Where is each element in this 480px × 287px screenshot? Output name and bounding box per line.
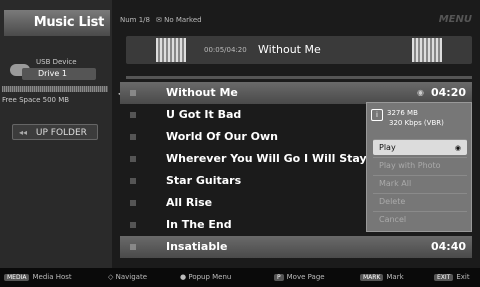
hint-label: Navigate bbox=[115, 273, 148, 281]
track-title: Insatiable bbox=[166, 240, 228, 253]
album-art-right bbox=[412, 38, 442, 62]
menu-cancel[interactable]: Cancel bbox=[373, 211, 467, 227]
playback-time: 00:05/04:20 bbox=[204, 46, 247, 54]
marked-status: ✉ No Marked bbox=[156, 16, 202, 24]
menu-play[interactable]: Play ◉ bbox=[373, 139, 467, 155]
track-bullet-icon bbox=[130, 222, 136, 228]
hint-label: Move Page bbox=[286, 273, 325, 281]
popup-menu: i 3276 MB 320 Kbps (VBR) Play ◉ Play wit… bbox=[366, 102, 472, 232]
track-title: Wherever You Will Go I Will Stay With bbox=[166, 152, 400, 165]
sidebar: Music List USB Device Drive 1 Free Space… bbox=[0, 0, 112, 268]
track-bullet-icon bbox=[130, 112, 136, 118]
hint-navigate: ◇ Navigate bbox=[108, 273, 147, 281]
track-bullet-icon bbox=[130, 178, 136, 184]
track-bullet-icon bbox=[130, 200, 136, 206]
track-title: Without Me bbox=[166, 86, 238, 99]
now-playing-panel: 00:05/04:20 Without Me bbox=[126, 36, 472, 64]
menu-mark-all[interactable]: Mark All bbox=[373, 175, 467, 191]
hint-popup-menu: ● Popup Menu bbox=[180, 273, 231, 281]
track-bullet-icon bbox=[130, 156, 136, 162]
free-space-text: Free Space 500 MB bbox=[2, 96, 70, 104]
app-title: Music List bbox=[4, 10, 110, 36]
device-label: USB Device bbox=[36, 58, 77, 66]
menu-play-with-photo[interactable]: Play with Photo bbox=[373, 157, 467, 173]
marked-text: No Marked bbox=[164, 16, 202, 24]
hint-label: Mark bbox=[386, 273, 404, 281]
folder-up-icon: ◂◂ bbox=[19, 128, 28, 137]
menu-item-label: Play bbox=[379, 143, 396, 152]
track-row[interactable]: Without Me ◉ 04:20 bbox=[120, 82, 472, 104]
playing-indicator-icon: ◉ bbox=[417, 88, 424, 97]
hint-media-host[interactable]: MEDIA Media Host bbox=[4, 273, 72, 281]
hint-mark: MARK Mark bbox=[360, 273, 404, 281]
selected-dot-icon: ◉ bbox=[454, 144, 461, 152]
mark-icon: ✉ bbox=[156, 16, 165, 24]
track-bullet-icon bbox=[130, 134, 136, 140]
track-bullet-icon bbox=[130, 244, 136, 250]
exit-key-icon: EXIT bbox=[434, 274, 454, 281]
hint-move-page: P Move Page bbox=[274, 273, 325, 281]
hint-label: Exit bbox=[456, 273, 470, 281]
status-bar: Num 1/8 ✉ No Marked MENU bbox=[118, 12, 480, 26]
up-folder-button[interactable]: ◂◂ UP FOLDER bbox=[12, 124, 98, 140]
bitrate: 320 Kbps (VBR) bbox=[389, 119, 444, 127]
navigate-icon: ◇ bbox=[108, 273, 116, 281]
track-title: U Got It Bad bbox=[166, 108, 242, 121]
hint-label: Media Host bbox=[32, 273, 72, 281]
file-size: 3276 MB bbox=[387, 109, 418, 117]
media-key-icon: MEDIA bbox=[4, 274, 30, 281]
mark-key-icon: MARK bbox=[360, 274, 384, 281]
device-name[interactable]: Drive 1 bbox=[22, 68, 96, 80]
hint-bar: MEDIA Media Host ◇ Navigate ● Popup Menu … bbox=[0, 268, 480, 287]
album-art-left bbox=[156, 38, 186, 62]
track-title: World Of Our Own bbox=[166, 130, 278, 143]
now-playing-title: Without Me bbox=[258, 43, 321, 56]
page-counter: Num 1/8 bbox=[120, 16, 150, 24]
menu-delete[interactable]: Delete bbox=[373, 193, 467, 209]
track-row[interactable]: Insatiable 04:40 bbox=[120, 236, 472, 258]
info-icon: i bbox=[371, 109, 383, 121]
file-info: i 3276 MB 320 Kbps (VBR) bbox=[371, 107, 467, 135]
divider bbox=[126, 76, 472, 79]
track-bullet-icon bbox=[130, 90, 136, 96]
storage-bar bbox=[2, 86, 108, 92]
track-title: Star Guitars bbox=[166, 174, 242, 187]
hint-exit[interactable]: EXIT Exit bbox=[434, 273, 470, 281]
menu-watermark: MENU bbox=[438, 14, 472, 25]
hint-label: Popup Menu bbox=[188, 273, 232, 281]
page-key-icon: P bbox=[274, 274, 284, 281]
up-folder-label: UP FOLDER bbox=[35, 128, 87, 138]
track-title: In The End bbox=[166, 218, 232, 231]
track-duration: 04:20 bbox=[430, 86, 466, 99]
track-title: All Rise bbox=[166, 196, 213, 209]
track-duration: 04:40 bbox=[430, 240, 466, 253]
